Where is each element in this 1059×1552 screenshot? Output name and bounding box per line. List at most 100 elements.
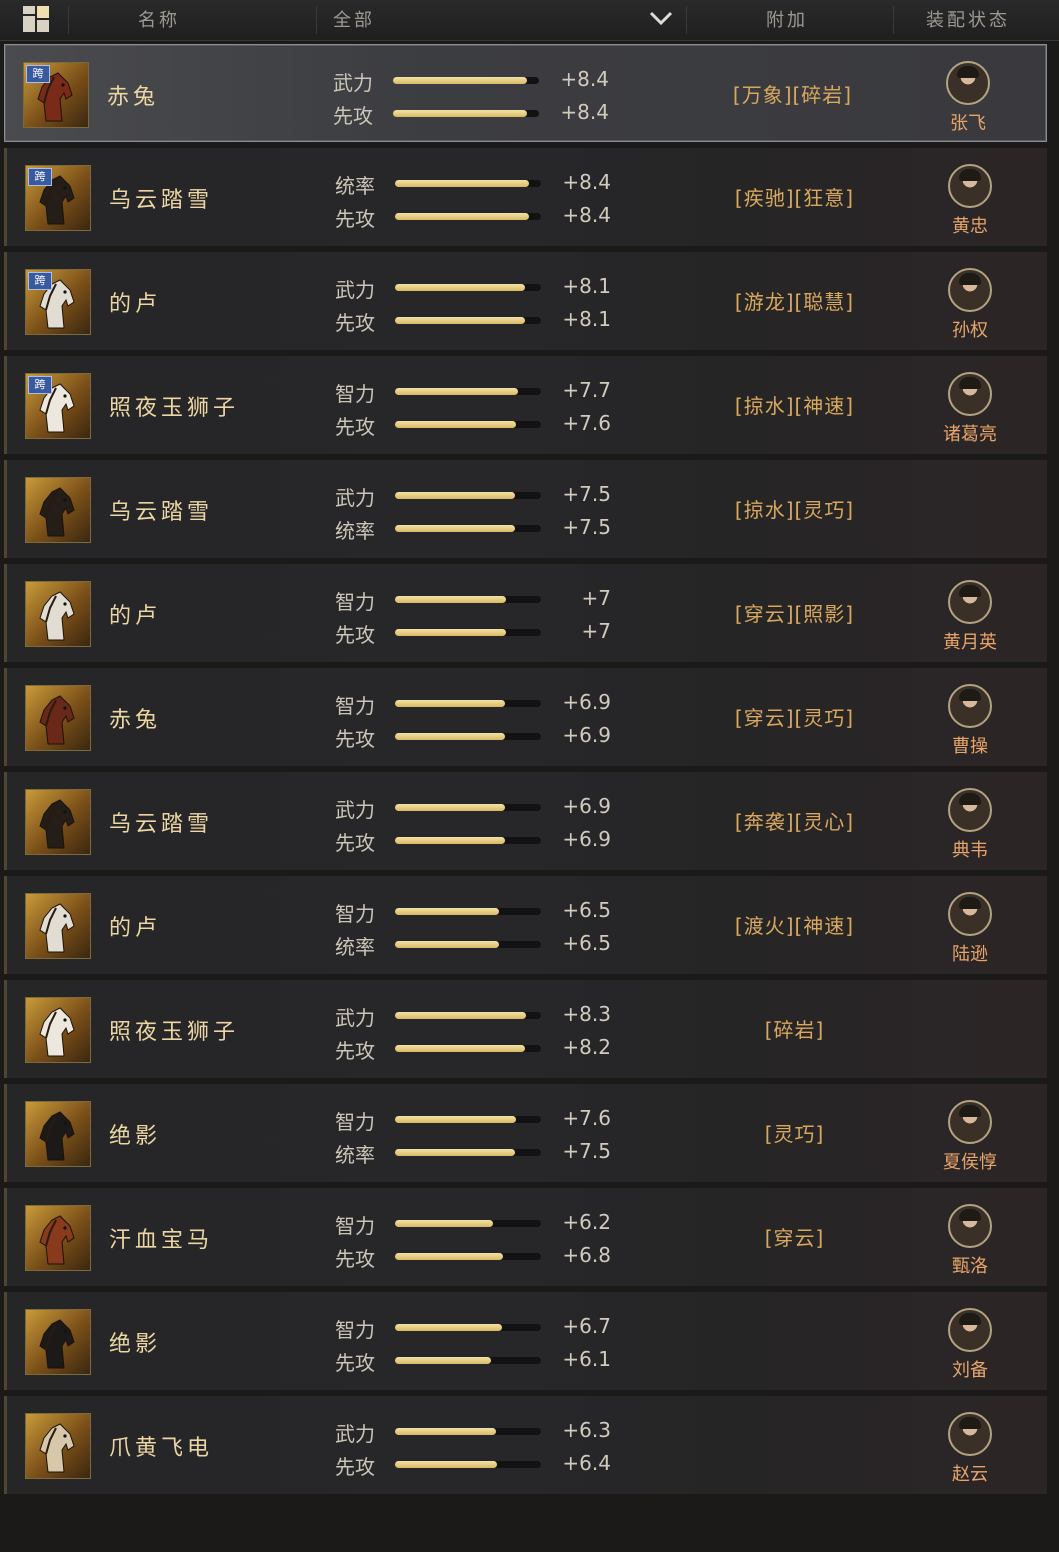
stat-value: +6.8	[562, 1243, 611, 1267]
horse-row[interactable]: 照夜玉狮子 武力 +8.3 先攻 +8.2 [碎岩]	[4, 980, 1047, 1078]
stat-value: +6.1	[562, 1347, 611, 1371]
stat-label: 先攻	[335, 1039, 375, 1063]
layout-grid-icon[interactable]	[23, 6, 51, 34]
stat-bar-fill	[395, 941, 499, 948]
horse-row[interactable]: 爪黄飞电 武力 +6.3 先攻 +6.4 赵云	[4, 1396, 1047, 1494]
cross-server-badge: 跨	[28, 376, 52, 394]
horse-row[interactable]: 赤兔 智力 +6.9 先攻 +6.9 [穿云][灵巧] 曹操	[4, 668, 1047, 766]
general-avatar[interactable]	[948, 580, 992, 624]
horse-row[interactable]: 乌云踏雪 武力 +7.5 统率 +7.5 [掠水][灵巧]	[4, 460, 1047, 558]
stat-bar-fill	[393, 110, 527, 117]
horse-row[interactable]: 跨乌云踏雪 统率 +8.4 先攻 +8.4 [疾驰][狂意] 黄忠	[4, 148, 1047, 246]
extra-traits: [奔袭][灵心]	[734, 810, 855, 834]
general-avatar[interactable]	[948, 268, 992, 312]
general-avatar[interactable]	[948, 164, 992, 208]
equipped-general-name: 曹操	[952, 736, 988, 757]
general-avatar[interactable]	[948, 1308, 992, 1352]
horse-portrait	[25, 581, 91, 647]
stat-value: +7.7	[562, 378, 611, 402]
general-avatar[interactable]	[946, 61, 990, 105]
horse-name: 的卢	[109, 916, 162, 941]
extra-traits: [穿云]	[764, 1226, 825, 1250]
stat-value: +8.4	[560, 67, 609, 91]
stat-value: +6.7	[562, 1314, 611, 1338]
column-header-name[interactable]: 名称	[138, 6, 180, 32]
stat-value: +8.4	[560, 100, 609, 124]
horse-row[interactable]: 绝影 智力 +7.6 统率 +7.5 [灵巧] 夏侯惇	[4, 1084, 1047, 1182]
general-avatar[interactable]	[948, 372, 992, 416]
stat-bar	[395, 421, 541, 428]
stat-label: 武力	[335, 278, 375, 302]
stat-label: 先攻	[335, 831, 375, 855]
stat-bar	[395, 837, 541, 844]
stat-label: 先攻	[335, 1247, 375, 1271]
stat-value: +7.6	[562, 1106, 611, 1130]
stat-value: +8.4	[562, 170, 611, 194]
stat-bar	[395, 1220, 541, 1227]
horse-name: 乌云踏雪	[109, 188, 214, 213]
horse-icon	[39, 487, 75, 537]
horse-row[interactable]: 乌云踏雪 武力 +6.9 先攻 +6.9 [奔袭][灵心] 典韦	[4, 772, 1047, 870]
horse-icon	[39, 799, 75, 849]
horse-name: 爪黄飞电	[109, 1436, 214, 1461]
horse-row[interactable]: 跨照夜玉狮子 智力 +7.7 先攻 +7.6 [掠水][神速] 诸葛亮	[4, 356, 1047, 454]
stat-bar	[395, 1045, 541, 1052]
extra-traits: [掠水][灵巧]	[734, 498, 855, 522]
stat-bar-fill	[395, 1045, 525, 1052]
stat-bar	[395, 733, 541, 740]
horse-row[interactable]: 跨的卢 武力 +8.1 先攻 +8.1 [游龙][聪慧] 孙权	[4, 252, 1047, 350]
stat-value: +8.4	[562, 203, 611, 227]
stat-bar-fill	[395, 421, 516, 428]
general-avatar[interactable]	[948, 684, 992, 728]
horse-icon	[39, 903, 75, 953]
horse-name: 照夜玉狮子	[109, 396, 240, 421]
horse-name: 绝影	[109, 1332, 162, 1357]
stat-bar-fill	[395, 1253, 503, 1260]
stat-bar	[395, 213, 541, 220]
horse-portrait	[25, 1309, 91, 1375]
chevron-down-icon[interactable]	[648, 10, 674, 26]
stat-value: +6.9	[562, 827, 611, 851]
general-avatar[interactable]	[948, 1100, 992, 1144]
stat-label: 先攻	[335, 727, 375, 751]
horse-row[interactable]: 绝影 智力 +6.7 先攻 +6.1 刘备	[4, 1292, 1047, 1390]
stat-bar-fill	[395, 180, 529, 187]
horse-icon	[39, 591, 75, 641]
stat-bar-fill	[395, 733, 505, 740]
stat-label: 智力	[335, 1318, 375, 1342]
stat-label: 武力	[333, 71, 373, 95]
stat-bar-fill	[395, 837, 505, 844]
horse-row[interactable]: 的卢 智力 +7 先攻 +7 [穿云][照影] 黄月英	[4, 564, 1047, 662]
horse-row[interactable]: 汗血宝马 智力 +6.2 先攻 +6.8 [穿云] 甄洛	[4, 1188, 1047, 1286]
extra-traits: [掠水][神速]	[734, 394, 855, 418]
equipped-general-name: 孙权	[952, 320, 988, 341]
general-avatar[interactable]	[948, 1412, 992, 1456]
stat-value: +8.1	[562, 307, 611, 331]
header-divider	[893, 6, 894, 34]
horse-row[interactable]: 跨赤兔 武力 +8.4 先攻 +8.4 [万象][碎岩] 张飞	[4, 44, 1047, 142]
stat-bar-fill	[395, 388, 518, 395]
horse-portrait	[25, 685, 91, 751]
equipped-general-name: 诸葛亮	[943, 424, 997, 445]
stat-value: +7	[581, 586, 611, 610]
stat-bar-fill	[393, 77, 527, 84]
stat-bar	[395, 596, 541, 603]
horse-portrait	[25, 1101, 91, 1167]
horse-row[interactable]: 的卢 智力 +6.5 统率 +6.5 [渡火][神速] 陆逊	[4, 876, 1047, 974]
stat-label: 先攻	[335, 623, 375, 647]
stat-label: 智力	[335, 1214, 375, 1238]
stat-value: +7.5	[562, 515, 611, 539]
stat-value: +6.5	[562, 898, 611, 922]
general-avatar[interactable]	[948, 892, 992, 936]
general-avatar[interactable]	[948, 788, 992, 832]
horse-portrait	[25, 477, 91, 543]
column-header-equip-status: 装配状态	[926, 10, 1010, 31]
header-divider	[316, 6, 317, 34]
stat-label: 先攻	[335, 207, 375, 231]
filter-select-value[interactable]: 全部	[333, 6, 375, 32]
header-divider	[68, 6, 69, 34]
horse-portrait	[25, 789, 91, 855]
equipped-general-name: 赵云	[952, 1464, 988, 1485]
stat-label: 统率	[335, 519, 375, 543]
general-avatar[interactable]	[948, 1204, 992, 1248]
